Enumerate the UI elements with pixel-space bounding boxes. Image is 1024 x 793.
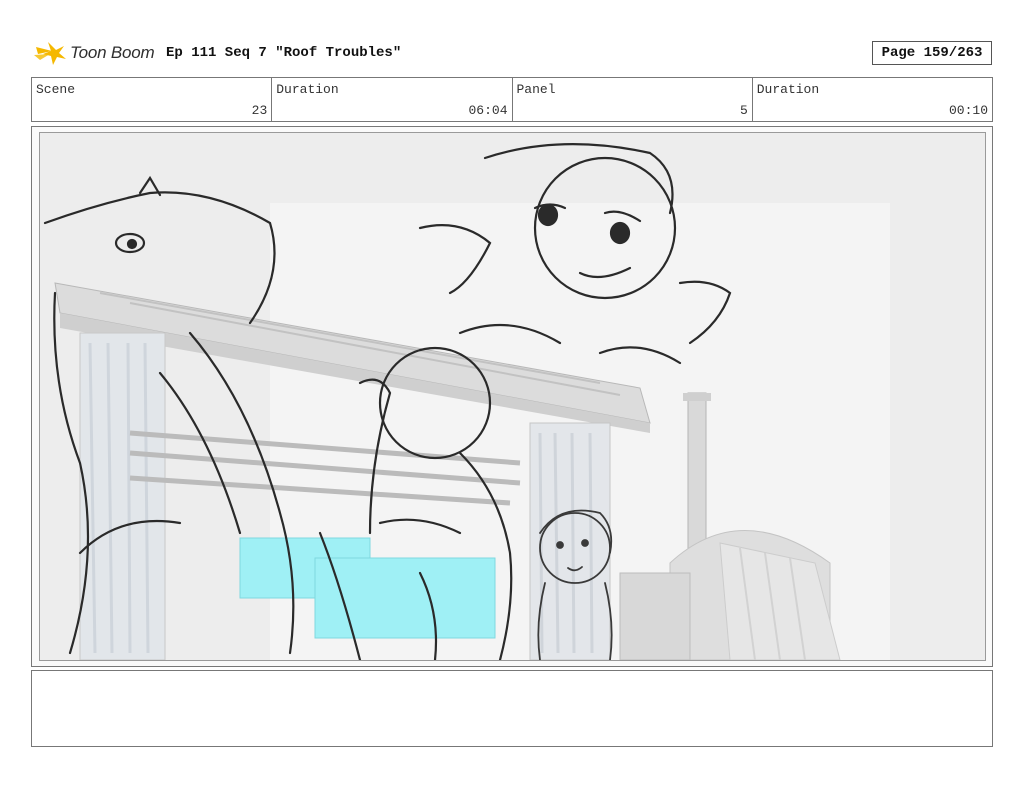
scene-value: 23 bbox=[251, 103, 268, 118]
storyboard-panel-frame bbox=[31, 126, 993, 667]
toon-boom-logo: Toon Boom bbox=[34, 38, 155, 68]
toon-boom-star-icon bbox=[34, 42, 66, 65]
scene-duration-cell: Duration 06:04 bbox=[272, 78, 513, 121]
logo-text: Toon Boom bbox=[70, 43, 155, 62]
page-number: Page 159/263 bbox=[872, 41, 992, 65]
scene-duration-value: 06:04 bbox=[468, 103, 508, 118]
episode-title: Ep 111 Seq 7 "Roof Troubles" bbox=[166, 45, 402, 61]
scene-label: Scene bbox=[36, 82, 76, 97]
panel-duration-label: Duration bbox=[756, 82, 820, 97]
panel-cell: Panel 5 bbox=[513, 78, 753, 121]
panel-label: Panel bbox=[516, 82, 556, 97]
panel-duration-cell: Duration 00:10 bbox=[753, 78, 992, 121]
storyboard-sketch-image bbox=[39, 132, 986, 661]
sketch-drawing bbox=[40, 133, 985, 660]
scene-cell: Scene 23 bbox=[32, 78, 273, 121]
panel-duration-value: 00:10 bbox=[948, 103, 988, 118]
scene-duration-label: Duration bbox=[276, 82, 339, 97]
panel-notes-box bbox=[31, 670, 993, 747]
panel-info-row: Scene 23 Duration 06:04 Panel 5 Duration… bbox=[31, 77, 993, 122]
panel-value: 5 bbox=[739, 103, 748, 118]
